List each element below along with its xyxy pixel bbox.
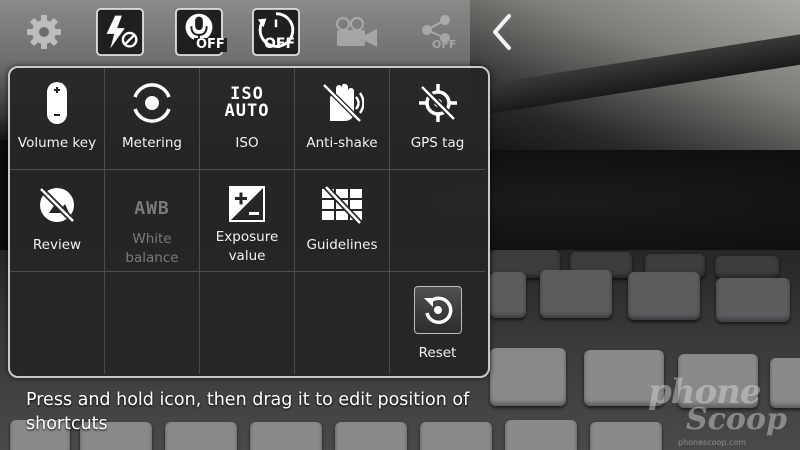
- camera-toolbar: OFF OFF OFF: [0, 0, 800, 64]
- setting-label: Exposure value: [215, 229, 279, 264]
- watermark-line3: phonescoop.com: [678, 438, 747, 447]
- reset-icon-box: [413, 286, 462, 334]
- setting-label: Anti-shake: [306, 135, 378, 151]
- setting-label: GPS tag: [410, 135, 465, 151]
- setting-volume-key[interactable]: Volume key: [10, 68, 105, 170]
- back-button[interactable]: [478, 8, 526, 56]
- empty-slot[interactable]: [10, 272, 105, 374]
- setting-label: ISO: [235, 135, 259, 151]
- keyboard-key: [628, 272, 700, 320]
- gps-off-icon: [418, 84, 457, 122]
- share-button[interactable]: OFF: [414, 8, 462, 56]
- voice-control-button[interactable]: OFF: [175, 8, 227, 56]
- exposure-value-icon: [229, 186, 265, 222]
- iso-auto-icon-text: AUTO: [224, 101, 270, 121]
- volume-key-icon: [47, 82, 67, 124]
- setting-white-balance[interactable]: AWB White balance: [105, 170, 200, 272]
- keyboard-key: [505, 420, 577, 450]
- setting-label: Volume key: [17, 135, 97, 151]
- guidelines-off-icon: [322, 185, 363, 225]
- reset-button[interactable]: Reset: [390, 272, 485, 374]
- chevron-left-icon: [493, 14, 511, 50]
- review-off-icon: [38, 186, 76, 224]
- settings-button[interactable]: [20, 8, 68, 56]
- setting-label: Guidelines: [306, 237, 378, 253]
- empty-slot[interactable]: [200, 272, 295, 374]
- video-camera-icon: [336, 17, 377, 47]
- empty-slot[interactable]: [105, 272, 200, 374]
- keyboard-key: [716, 278, 790, 322]
- setting-exposure-value[interactable]: Exposure value: [200, 170, 295, 272]
- setting-label: Reset: [418, 345, 457, 361]
- timer-off-badge: OFF: [264, 36, 296, 52]
- setting-label: Review: [32, 237, 82, 253]
- watermark-line2: Scoop: [686, 402, 787, 437]
- reset-icon: [423, 296, 452, 325]
- keyboard-key: [715, 256, 779, 278]
- setting-label: Metering: [122, 135, 182, 151]
- setting-metering[interactable]: Metering: [105, 68, 200, 170]
- setting-gps-tag[interactable]: GPS tag: [390, 68, 485, 170]
- timer-button[interactable]: OFF: [252, 8, 300, 56]
- metering-icon: [133, 83, 171, 123]
- iso-auto-icon: ISO AUTO: [225, 80, 270, 126]
- keyboard-key: [540, 270, 612, 318]
- settings-panel: Volume key Metering ISO AUTO ISO Anti-sh…: [8, 66, 490, 378]
- phonescoop-watermark: phone Scoop phonescoop.com: [648, 372, 798, 450]
- edit-shortcuts-hint: Press and hold icon, then drag it to edi…: [26, 390, 470, 434]
- flash-off-icon: [96, 8, 144, 56]
- setting-label: White balance: [125, 231, 179, 266]
- share-off-badge: OFF: [432, 38, 457, 51]
- awb-icon: AWB: [134, 197, 170, 219]
- voice-off-badge: OFF: [194, 37, 227, 52]
- setting-review[interactable]: Review: [10, 170, 105, 272]
- setting-iso[interactable]: ISO AUTO ISO: [200, 68, 295, 170]
- empty-slot[interactable]: [390, 170, 485, 272]
- gear-icon: [27, 15, 61, 49]
- empty-slot[interactable]: [295, 272, 390, 374]
- recording-mode-button[interactable]: [332, 8, 380, 56]
- flash-button[interactable]: [96, 8, 144, 56]
- keyboard-key: [490, 272, 526, 318]
- anti-shake-icon: [322, 83, 364, 123]
- keyboard-key: [490, 348, 566, 406]
- setting-anti-shake[interactable]: Anti-shake: [295, 68, 390, 170]
- setting-guidelines[interactable]: Guidelines: [295, 170, 390, 272]
